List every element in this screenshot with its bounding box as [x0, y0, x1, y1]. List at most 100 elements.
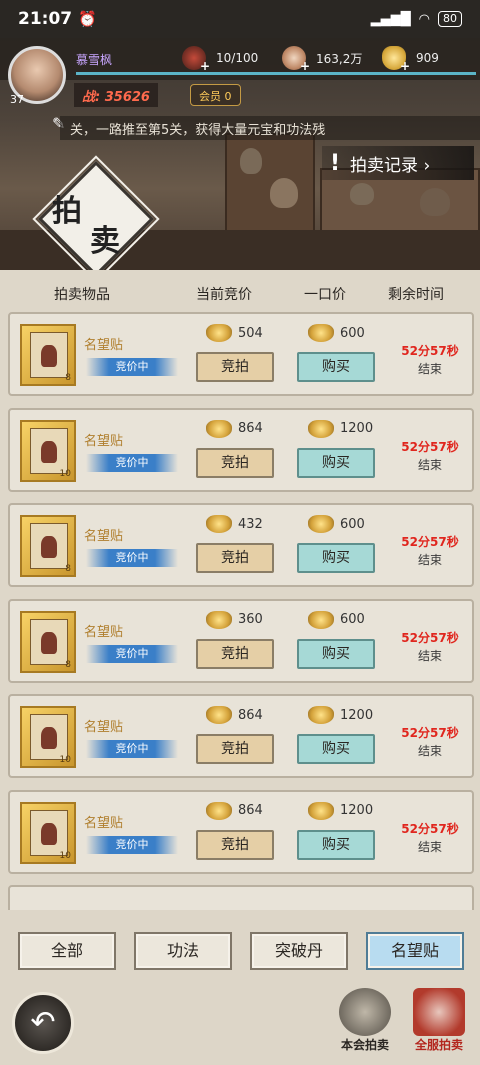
current-bid: 864	[206, 801, 263, 820]
bid-button[interactable]: 竞拍	[196, 543, 274, 573]
global-auction-label: 全服拍卖	[414, 1038, 463, 1052]
buy-button[interactable]: 购买	[297, 829, 375, 860]
time-left: 52分57秒	[401, 439, 459, 454]
auction-list[interactable]: 拍卖物品 当前竞价 一口价 剩余时间 8 名望贴 竞价中 504 600 竞拍 …	[0, 270, 480, 910]
item-level: 10	[59, 850, 71, 861]
item-level: 10	[59, 755, 71, 765]
end-label: 结束	[417, 839, 442, 854]
tab-breakthrough-pill[interactable]: 突破丹	[250, 932, 348, 970]
gold-ingot-icon	[206, 610, 232, 629]
back-arrow-icon: ↶	[30, 1005, 56, 1040]
time-left: 52分57秒	[401, 630, 459, 645]
bid-button[interactable]: 竞拍	[196, 829, 274, 860]
tab-reputation-card[interactable]: 名望贴	[366, 932, 464, 970]
current-bid: 864	[206, 419, 263, 438]
gold-resource[interactable]: + 909	[382, 46, 456, 73]
status-bar: 21:07 ⏰ ▂▄▆█ ◠ 80	[0, 0, 480, 38]
local-auction-icon	[339, 988, 391, 1036]
time-left: 52分57秒	[401, 726, 459, 740]
table-row: 10 名望贴 竞价中 864 1200 竞拍 购买 52分57秒 结束	[8, 407, 474, 492]
item-name: 名望贴	[84, 433, 124, 449]
gold-ingot-icon: +	[382, 46, 410, 73]
energy-icon: +	[182, 46, 210, 73]
auction-record-button[interactable]: ! 拍卖记录 ›	[322, 146, 474, 180]
gold-ingot-icon	[308, 801, 334, 820]
player-level: 37	[10, 93, 24, 106]
gold-value: 909	[416, 51, 439, 65]
end-label: 结束	[417, 648, 442, 663]
buyout-price: 600	[308, 610, 365, 629]
current-bid: 504	[206, 324, 263, 342]
tab-skills[interactable]: 功法	[134, 932, 232, 970]
back-button[interactable]: ↶	[12, 992, 74, 1054]
item-level: 8	[65, 373, 71, 383]
gold-ingot-icon	[206, 515, 232, 533]
item-name: 名望贴	[84, 720, 124, 735]
status-badge: 竞价中	[86, 835, 178, 854]
resource-divider	[76, 72, 476, 75]
energy-value: 10/100	[216, 51, 259, 65]
auction-record-label: 拍卖记录 ›	[350, 155, 431, 176]
buyout-price: 1200	[308, 801, 373, 820]
bottom-bar: 全部 功法 突破丹 名望贴 ↶ 本会拍卖 全服拍卖	[0, 910, 480, 1065]
item-name: 名望贴	[84, 624, 124, 640]
item-name: 名望贴	[84, 815, 124, 831]
table-row-partial	[8, 885, 474, 910]
col-current-bid: 当前竞价	[196, 287, 252, 303]
scene-pot	[270, 178, 298, 208]
status-icons: ▂▄▆█ ◠ 80	[371, 11, 462, 27]
time-left: 52分57秒	[401, 535, 459, 549]
vip-badge[interactable]: 会员 0	[190, 84, 241, 106]
coin-resource[interactable]: + 163,2万	[282, 46, 362, 73]
bid-button[interactable]: 竞拍	[196, 352, 274, 382]
tab-all[interactable]: 全部	[18, 932, 116, 970]
item-icon[interactable]: 8	[20, 515, 76, 577]
player-name: 慕雪枫	[76, 53, 113, 67]
gold-ingot-icon	[308, 610, 334, 629]
status-badge: 竞价中	[86, 453, 178, 472]
buy-button[interactable]: 购买	[297, 447, 375, 478]
scene-pot	[240, 148, 262, 174]
item-icon[interactable]: 8	[20, 324, 76, 386]
current-bid: 864	[206, 706, 263, 724]
item-icon[interactable]: 10	[20, 419, 76, 482]
gold-ingot-icon	[308, 515, 334, 533]
bid-button[interactable]: 竞拍	[196, 734, 274, 764]
gold-ingot-icon	[308, 419, 334, 438]
buy-button[interactable]: 购买	[297, 734, 375, 764]
col-time-left: 剩余时间	[388, 287, 444, 303]
item-icon[interactable]: 10	[20, 706, 76, 768]
bid-button[interactable]: 竞拍	[196, 638, 274, 669]
energy-resource[interactable]: + 10/100	[182, 46, 259, 73]
buyout-price: 1200	[308, 419, 373, 438]
item-level: 10	[59, 468, 71, 479]
buy-button[interactable]: 购买	[297, 638, 375, 669]
signal-icon: ▂▄▆█	[370, 11, 411, 27]
time-left: 52分57秒	[401, 821, 459, 836]
end-label: 结束	[417, 362, 442, 376]
time-left: 52分57秒	[401, 344, 459, 358]
table-row: 10 名望贴 竞价中 864 1200 竞拍 购买 52分57秒 结束	[8, 789, 474, 874]
status-badge: 竞价中	[86, 549, 178, 567]
col-item: 拍卖物品	[54, 287, 110, 303]
buy-button[interactable]: 购买	[297, 352, 375, 382]
item-icon[interactable]: 10	[20, 801, 76, 864]
item-name: 名望贴	[84, 529, 124, 544]
wifi-icon: ◠	[418, 11, 430, 27]
battery-icon: 80	[438, 11, 462, 27]
auction-header: 37 慕雪枫 + 10/100 + 163,2万 + 909 战: 35626 …	[0, 38, 480, 270]
gold-ingot-icon	[206, 706, 232, 724]
item-icon[interactable]: 8	[20, 610, 76, 673]
table-header: 拍卖物品 当前竞价 一口价 剩余时间	[0, 282, 480, 306]
bid-button[interactable]: 竞拍	[196, 447, 274, 478]
local-auction-button[interactable]: 本会拍卖	[332, 988, 398, 1060]
global-auction-button[interactable]: 全服拍卖	[406, 988, 472, 1060]
buy-button[interactable]: 购买	[297, 543, 375, 573]
local-auction-label: 本会拍卖	[340, 1038, 389, 1052]
current-bid: 360	[206, 610, 263, 629]
col-buyout: 一口价	[304, 287, 346, 303]
alert-icon: !	[330, 150, 341, 176]
buyout-price: 600	[308, 515, 365, 533]
status-badge: 竞价中	[86, 644, 178, 663]
item-level: 8	[65, 564, 71, 574]
